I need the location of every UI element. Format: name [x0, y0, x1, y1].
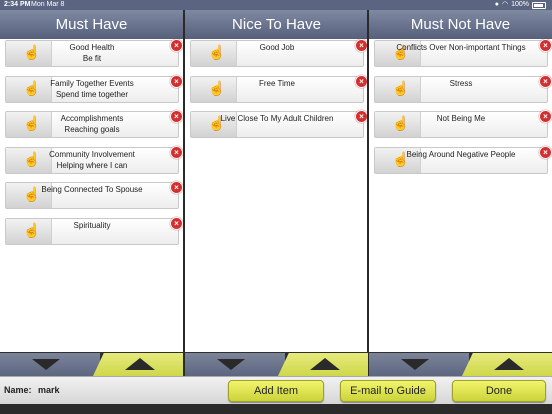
- arrow-down-icon: [32, 359, 60, 370]
- list-item[interactable]: ☝ Stress ×: [374, 74, 552, 103]
- item-text: Good Health Be fit: [6, 42, 178, 64]
- item-text: Stress: [375, 78, 547, 89]
- scroll-up-button[interactable]: [93, 353, 183, 376]
- arrow-up-icon: [310, 358, 340, 370]
- column-title: Must Not Have: [369, 10, 552, 39]
- delete-icon[interactable]: ×: [170, 145, 183, 159]
- list-item[interactable]: ☝ Good Job ×: [190, 39, 368, 67]
- item-title: Community Involvement: [49, 149, 135, 159]
- arrow-up-icon: [125, 358, 155, 370]
- delete-icon[interactable]: ×: [539, 110, 552, 123]
- item-title: Spirituality: [73, 220, 111, 230]
- arrow-up-icon: [494, 358, 524, 370]
- status-time: 2:34 PM: [4, 1, 31, 8]
- item-title: Conflicts Over Non-important Things: [396, 43, 526, 52]
- name-label: Name:: [4, 385, 32, 395]
- delete-icon[interactable]: ×: [170, 216, 183, 230]
- column-must-have: Must Have ☝ Good Health Be fit × ☝ Family Tog…: [0, 10, 183, 352]
- list-item[interactable]: ☝ Being Around Negative People ×: [374, 145, 552, 174]
- column-must-not-have: Must Not Have ☝ Conflicts Over Non-import…: [369, 10, 552, 352]
- scroll-up-button[interactable]: [462, 353, 552, 376]
- item-title: Family Together Events: [50, 78, 134, 88]
- column-title: Must Have: [0, 10, 183, 39]
- battery-icon: [532, 1, 546, 9]
- arrow-down-icon: [401, 359, 429, 370]
- status-right: ● ◠ 100%: [495, 0, 546, 10]
- email-to-guide-button[interactable]: E-mail to Guide: [340, 380, 436, 402]
- list-item[interactable]: ☝ Good Health Be fit ×: [5, 39, 183, 67]
- item-title: Stress: [449, 78, 473, 88]
- column-title: Nice To Have: [185, 10, 368, 39]
- list-item[interactable]: ☝ Spirituality ×: [5, 216, 183, 245]
- item-title: Being Connected To Spouse: [41, 185, 143, 194]
- item-subtitle: Helping where I can: [56, 160, 128, 170]
- item-text: Being Connected To Spouse: [6, 184, 178, 195]
- scroll-down-button[interactable]: [185, 353, 285, 376]
- column-nice-to-have: Nice To Have ☝ Good Job × ☝ Free Time × ☝ Live …: [185, 10, 368, 352]
- delete-icon[interactable]: ×: [170, 110, 183, 123]
- item-subtitle: Reaching goals: [64, 125, 120, 134]
- item-title: Good Job: [259, 43, 295, 52]
- scroll-down-button[interactable]: [369, 353, 469, 376]
- footer-bar: [0, 404, 552, 414]
- list-item[interactable]: ☝ Accomplishments Reaching goals ×: [5, 110, 183, 138]
- item-subtitle: Be fit: [82, 54, 102, 63]
- status-bar: 2:34 PM Mon Mar 8 ● ◠ 100%: [0, 0, 552, 10]
- item-text: Conflicts Over Non-important Things: [375, 42, 547, 53]
- status-date: Mon Mar 8: [31, 1, 65, 8]
- item-title: Good Health: [69, 43, 115, 52]
- delete-icon[interactable]: ×: [539, 74, 552, 88]
- column-scroll-controls: [369, 353, 552, 376]
- item-title: Not Being Me: [436, 114, 486, 123]
- list-item[interactable]: ☝ Being Connected To Spouse ×: [5, 181, 183, 209]
- user-name: Name: mark: [4, 385, 60, 395]
- list-item[interactable]: ☝ Conflicts Over Non-important Things ×: [374, 39, 552, 67]
- item-text: Being Around Negative People: [375, 149, 547, 160]
- item-title: Free Time: [258, 78, 295, 88]
- arrow-down-icon: [217, 359, 245, 370]
- item-subtitle: Spend time together: [55, 89, 129, 99]
- wifi-icon: ◠: [501, 1, 509, 8]
- delete-icon[interactable]: ×: [539, 145, 552, 159]
- delete-icon[interactable]: ×: [170, 74, 183, 88]
- item-text: Free Time: [191, 78, 363, 89]
- add-item-button[interactable]: Add Item: [228, 380, 324, 402]
- item-text: Not Being Me: [375, 113, 547, 124]
- list-item[interactable]: ☝ Free Time ×: [190, 74, 368, 103]
- item-text: Family Together Events Spend time togethe…: [6, 78, 178, 100]
- list-item[interactable]: ☝ Not Being Me ×: [374, 110, 552, 138]
- scroll-up-button[interactable]: [278, 353, 368, 376]
- delete-icon[interactable]: ×: [170, 181, 183, 194]
- battery-percent: 100%: [511, 1, 529, 8]
- item-text: Live Close To My Adult Children: [191, 113, 363, 124]
- signal-icon: ●: [494, 1, 499, 8]
- bottom-bar: Name: mark Add Item E-mail to Guide Done: [0, 376, 552, 405]
- name-value: mark: [38, 385, 60, 395]
- item-text: Spirituality: [6, 220, 178, 231]
- list-item[interactable]: ☝ Community Involvement Helping where I ca…: [5, 145, 183, 174]
- item-title: Live Close To My Adult Children: [220, 114, 334, 123]
- list-item[interactable]: ☝ Family Together Events Spend time togeth…: [5, 74, 183, 103]
- column-scroll-controls: [185, 353, 368, 376]
- delete-icon[interactable]: ×: [170, 39, 183, 52]
- item-text: Good Job: [191, 42, 363, 53]
- item-title: Being Around Negative People: [406, 149, 516, 159]
- item-text: Accomplishments Reaching goals: [6, 113, 178, 135]
- item-title: Accomplishments: [60, 114, 124, 123]
- scroll-down-button[interactable]: [0, 353, 100, 376]
- done-button[interactable]: Done: [452, 380, 546, 402]
- list-item[interactable]: ☝ Live Close To My Adult Children ×: [190, 110, 368, 138]
- delete-icon[interactable]: ×: [539, 39, 552, 52]
- column-scroll-controls: [0, 353, 183, 376]
- item-text: Community Involvement Helping where I can: [6, 149, 178, 171]
